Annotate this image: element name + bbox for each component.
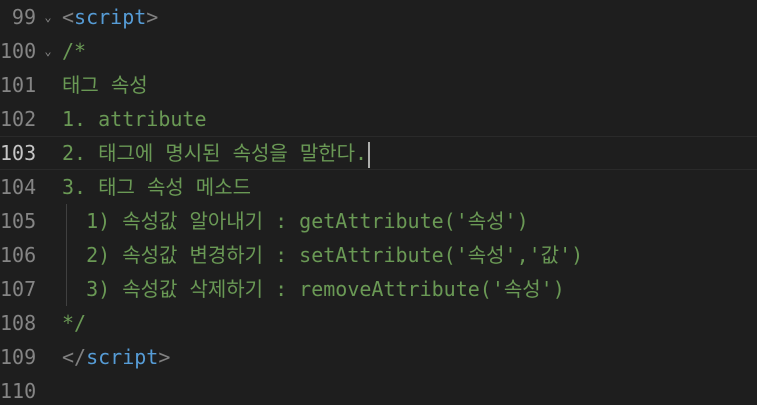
code-text: 2. 태그에 명시된 속성을 말한다. bbox=[62, 136, 371, 170]
code-text: <script> bbox=[62, 0, 158, 34]
code-line[interactable]: 100 ⌄ /* bbox=[0, 34, 757, 68]
code-line[interactable]: 109 </script> bbox=[0, 340, 757, 374]
line-number: 106 bbox=[0, 243, 37, 267]
text-cursor bbox=[368, 141, 371, 168]
code-line[interactable]: 108 */ bbox=[0, 306, 757, 340]
tag-name: script bbox=[86, 345, 159, 369]
code-text-content: 2. 태그에 명시된 속성을 말한다. bbox=[62, 141, 368, 165]
code-line[interactable]: 99 ⌄ <script> bbox=[0, 0, 757, 34]
tag-close-bracket: > bbox=[158, 345, 171, 369]
line-number: 100 bbox=[0, 39, 37, 63]
chevron-down-icon[interactable]: ⌄ bbox=[41, 34, 55, 68]
code-line[interactable]: 104 3. 태그 속성 메소드 bbox=[0, 170, 757, 204]
code-text: 3) 속성값 삭제하기 : removeAttribute('속성') bbox=[62, 277, 565, 301]
line-number: 101 bbox=[0, 73, 37, 97]
code-text: 태그 속성 bbox=[62, 73, 148, 97]
code-text: 1. attribute bbox=[62, 107, 207, 131]
line-number: 110 bbox=[0, 379, 37, 403]
line-number: 105 bbox=[0, 209, 37, 233]
line-number: 103 bbox=[0, 141, 37, 165]
code-line[interactable]: 105 1) 속성값 알아내기 : getAttribute('속성') bbox=[0, 204, 757, 238]
code-text: */ bbox=[62, 311, 87, 335]
code-text: 3. 태그 속성 메소드 bbox=[62, 175, 252, 199]
code-text: /* bbox=[62, 39, 87, 63]
tag-open-bracket: < bbox=[62, 5, 75, 29]
line-number: 108 bbox=[0, 311, 37, 335]
line-number: 102 bbox=[0, 107, 37, 131]
tag-name: script bbox=[74, 5, 147, 29]
code-line[interactable]: 110 bbox=[0, 374, 757, 405]
line-number: 109 bbox=[0, 345, 37, 369]
line-number: 99 bbox=[11, 5, 36, 29]
code-text: 1) 속성값 알아내기 : getAttribute('속성') bbox=[62, 209, 529, 233]
code-line[interactable]: 101 태그 속성 bbox=[0, 68, 757, 102]
code-line[interactable]: 106 2) 속성값 변경하기 : setAttribute('속성','값') bbox=[0, 238, 757, 272]
code-text: 2) 속성값 변경하기 : setAttribute('속성','값') bbox=[62, 243, 584, 267]
tag-open-bracket: </ bbox=[62, 345, 87, 369]
line-number: 104 bbox=[0, 175, 37, 199]
code-editor[interactable]: 99 ⌄ <script> 100 ⌄ /* 101 태그 속성 102 1. … bbox=[0, 0, 757, 405]
line-number: 107 bbox=[0, 277, 37, 301]
code-line[interactable]: 102 1. attribute bbox=[0, 102, 757, 136]
code-text: </script> bbox=[62, 340, 170, 374]
chevron-down-icon[interactable]: ⌄ bbox=[41, 0, 55, 34]
code-line[interactable]: 107 3) 속성값 삭제하기 : removeAttribute('속성') bbox=[0, 272, 757, 306]
tag-close-bracket: > bbox=[146, 5, 159, 29]
code-line-current[interactable]: 103 2. 태그에 명시된 속성을 말한다. bbox=[0, 136, 757, 170]
